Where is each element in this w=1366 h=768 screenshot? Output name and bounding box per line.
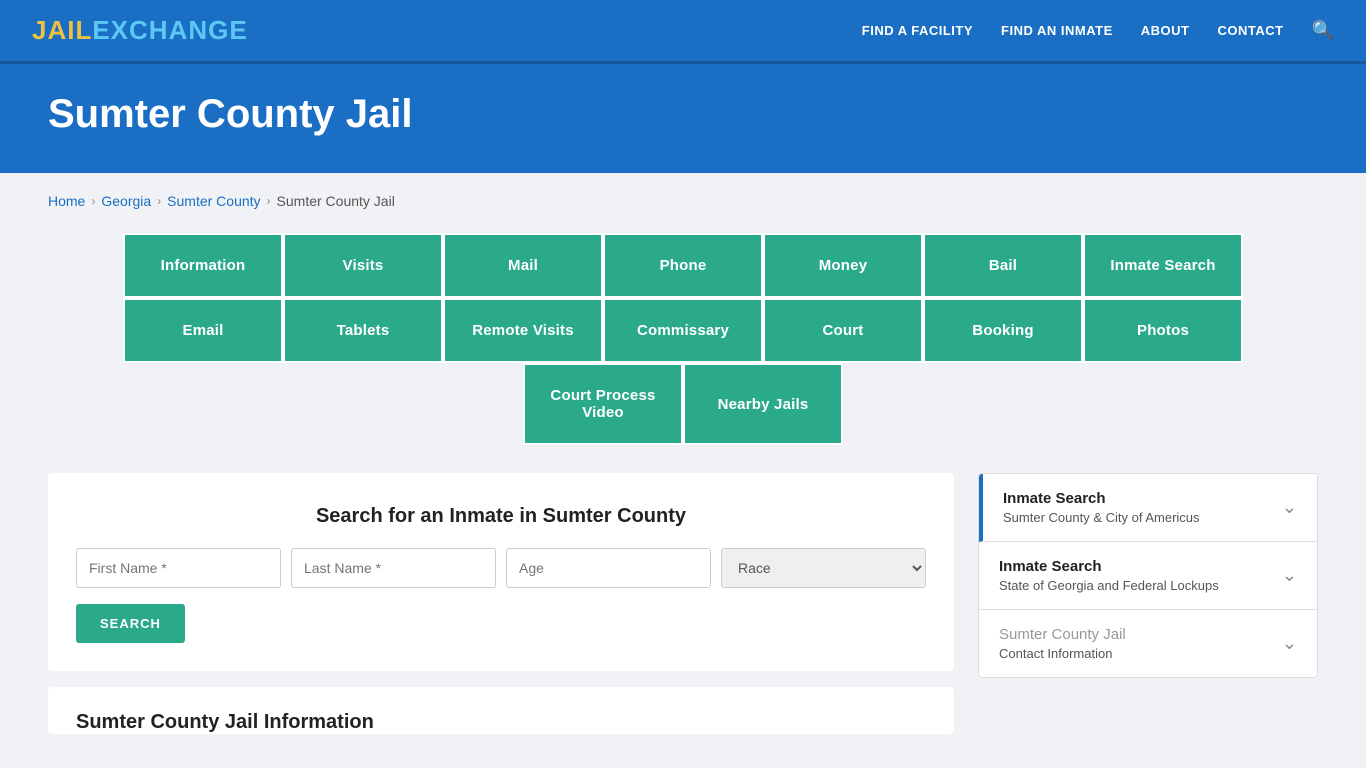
search-card: Search for an Inmate in Sumter County Ra… <box>48 473 954 671</box>
page-title: Sumter County Jail <box>48 92 1318 137</box>
nav-find-facility[interactable]: FIND A FACILITY <box>862 23 973 38</box>
nav-links: FIND A FACILITY FIND AN INMATE ABOUT CON… <box>862 20 1334 41</box>
nav-contact[interactable]: CONTACT <box>1217 23 1283 38</box>
last-name-input[interactable] <box>291 548 496 588</box>
breadcrumb: Home › Georgia › Sumter County › Sumter … <box>48 193 1318 209</box>
sidebar-item-inmate-search-state[interactable]: Inmate Search State of Georgia and Feder… <box>979 542 1317 610</box>
breadcrumb-sumter-county[interactable]: Sumter County <box>167 193 260 209</box>
sidebar-item-sub-3: Contact Information <box>999 646 1126 661</box>
sidebar-item-contact-info[interactable]: Sumter County Jail Contact Information ⌄ <box>979 610 1317 677</box>
breadcrumb-home[interactable]: Home <box>48 193 85 209</box>
tile-bail[interactable]: Bail <box>923 233 1083 298</box>
tile-email[interactable]: Email <box>123 298 283 363</box>
sidebar-item-inmate-search-local[interactable]: Inmate Search Sumter County & City of Am… <box>979 474 1317 542</box>
nav-about[interactable]: ABOUT <box>1141 23 1190 38</box>
tile-commissary[interactable]: Commissary <box>603 298 763 363</box>
tile-grid: Information Visits Mail Phone Money Bail… <box>48 233 1318 445</box>
age-input[interactable] <box>506 548 711 588</box>
tile-court-process-video[interactable]: Court Process Video <box>523 363 683 445</box>
breadcrumb-sep-1: › <box>91 194 95 208</box>
sidebar-item-sub-2: State of Georgia and Federal Lockups <box>999 578 1219 593</box>
sidebar-item-sub-1: Sumter County & City of Americus <box>1003 510 1200 525</box>
search-heading: Search for an Inmate in Sumter County <box>76 505 926 528</box>
search-button[interactable]: SEARCH <box>76 604 185 643</box>
site-logo[interactable]: JAILEXCHANGE <box>32 15 248 46</box>
tile-tablets[interactable]: Tablets <box>283 298 443 363</box>
breadcrumb-sep-2: › <box>157 194 161 208</box>
info-section: Sumter County Jail Information <box>48 687 954 734</box>
tile-court[interactable]: Court <box>763 298 923 363</box>
tile-money[interactable]: Money <box>763 233 923 298</box>
tile-photos[interactable]: Photos <box>1083 298 1243 363</box>
breadcrumb-current: Sumter County Jail <box>277 193 395 209</box>
sidebar-item-title-1: Inmate Search <box>1003 490 1200 507</box>
breadcrumb-georgia[interactable]: Georgia <box>101 193 151 209</box>
logo-exchange: EXCHANGE <box>92 15 247 45</box>
chevron-down-icon-2: ⌄ <box>1282 565 1297 586</box>
tile-booking[interactable]: Booking <box>923 298 1083 363</box>
chevron-down-icon-3: ⌄ <box>1282 633 1297 654</box>
race-select[interactable]: Race White Black Hispanic Asian Other <box>721 548 926 588</box>
tile-row-3: Court Process Video Nearby Jails <box>48 363 1318 445</box>
first-name-input[interactable] <box>76 548 281 588</box>
tile-row-1: Information Visits Mail Phone Money Bail… <box>48 233 1318 298</box>
tile-row-2: Email Tablets Remote Visits Commissary C… <box>48 298 1318 363</box>
tile-visits[interactable]: Visits <box>283 233 443 298</box>
tile-remote-visits[interactable]: Remote Visits <box>443 298 603 363</box>
nav-find-inmate[interactable]: FIND AN INMATE <box>1001 23 1113 38</box>
main-content: Home › Georgia › Sumter County › Sumter … <box>0 173 1366 766</box>
navbar: JAILEXCHANGE FIND A FACILITY FIND AN INM… <box>0 0 1366 64</box>
breadcrumb-sep-3: › <box>267 194 271 208</box>
logo-jail: JAIL <box>32 15 92 45</box>
info-heading: Sumter County Jail Information <box>76 711 926 734</box>
tile-information[interactable]: Information <box>123 233 283 298</box>
sidebar-item-title-2: Inmate Search <box>999 558 1219 575</box>
sidebar: Inmate Search Sumter County & City of Am… <box>978 473 1318 678</box>
main-layout: Search for an Inmate in Sumter County Ra… <box>48 473 1318 734</box>
tile-inmate-search[interactable]: Inmate Search <box>1083 233 1243 298</box>
tile-nearby-jails[interactable]: Nearby Jails <box>683 363 843 445</box>
search-fields: Race White Black Hispanic Asian Other <box>76 548 926 588</box>
hero-section: Sumter County Jail <box>0 64 1366 173</box>
tile-mail[interactable]: Mail <box>443 233 603 298</box>
tile-phone[interactable]: Phone <box>603 233 763 298</box>
search-icon[interactable]: 🔍 <box>1312 20 1334 41</box>
sidebar-item-title-3: Sumter County Jail <box>999 626 1126 643</box>
chevron-down-icon-1: ⌄ <box>1282 497 1297 518</box>
